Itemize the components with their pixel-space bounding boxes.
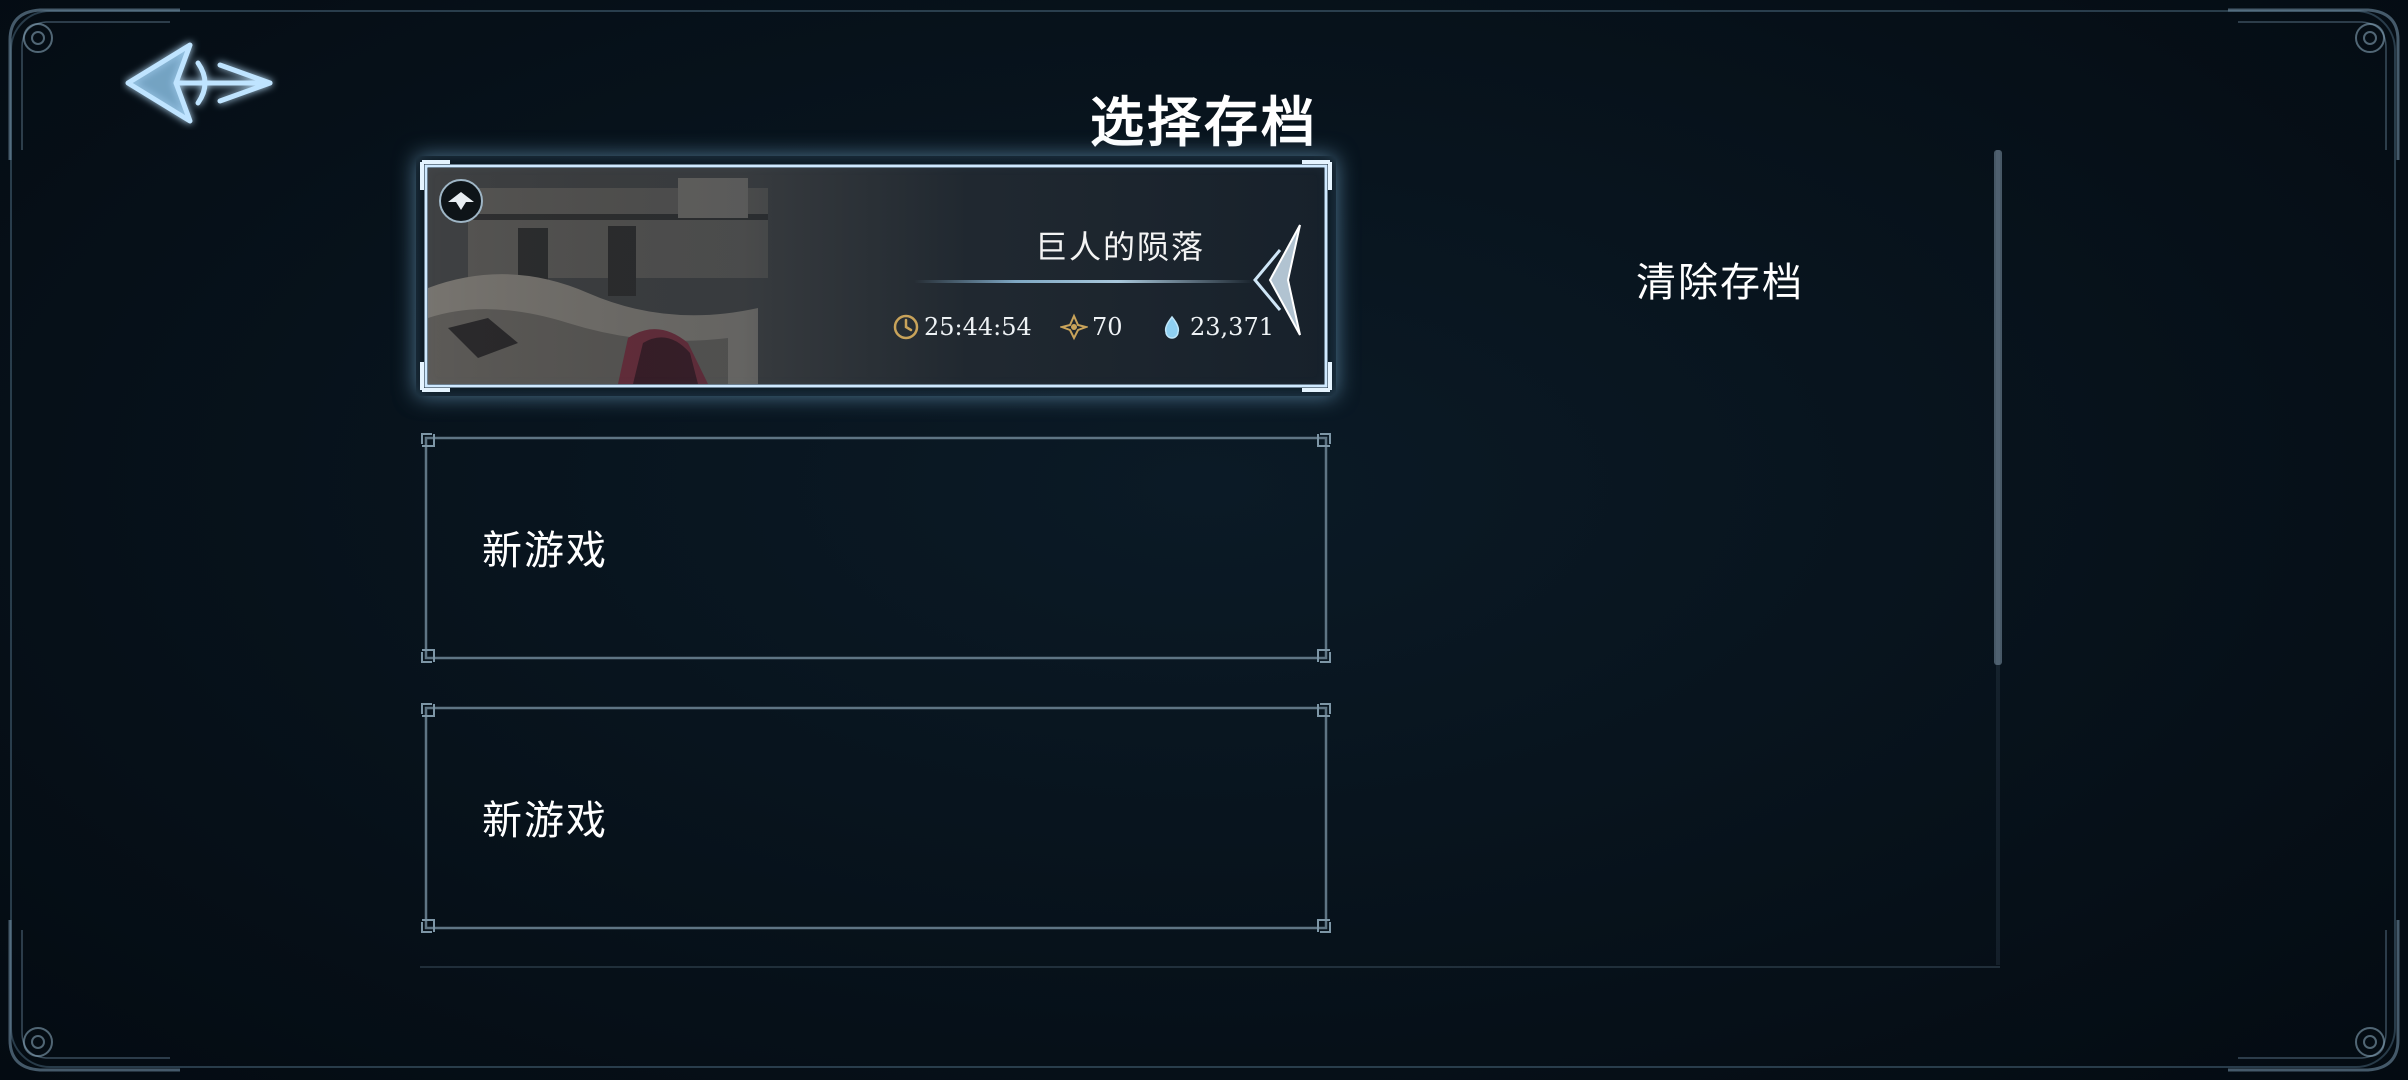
- level-stat: 70: [1060, 310, 1123, 344]
- save-emblem-icon: [439, 179, 483, 223]
- panel-bottom-divider: [420, 966, 2000, 968]
- new-game-label: 新游戏: [482, 798, 608, 844]
- page-title: 选择存档: [1090, 90, 1318, 155]
- save-slot-2[interactable]: 新游戏: [420, 432, 1332, 664]
- water-drop-icon: [1164, 315, 1180, 339]
- currency-stat: 23,371: [1158, 310, 1274, 344]
- corner-ornament-bottom-left: [8, 920, 180, 1072]
- save-slot-1[interactable]: 巨人的陨落 25:44:54 70 23,371: [420, 160, 1332, 392]
- chapter-title: 巨人的陨落: [1034, 228, 1205, 266]
- new-game-label: 新游戏: [482, 528, 608, 574]
- corner-ornament-bottom-right: [2228, 920, 2400, 1072]
- chapter-divider: [914, 280, 1254, 283]
- currency-value: 23,371: [1190, 313, 1274, 341]
- playtime-value: 25:44:54: [924, 313, 1032, 341]
- delete-save-button[interactable]: 清除存档: [1600, 250, 1840, 310]
- slot-frame-ornate: [420, 160, 1332, 392]
- clock-icon: [893, 314, 919, 340]
- playtime-stat: 25:44:54: [892, 310, 1032, 344]
- scrollbar-thumb[interactable]: [1994, 150, 2002, 665]
- level-value: 70: [1092, 313, 1123, 341]
- save-slot-3[interactable]: 新游戏: [420, 702, 1332, 934]
- level-sigil-icon: [1060, 313, 1088, 341]
